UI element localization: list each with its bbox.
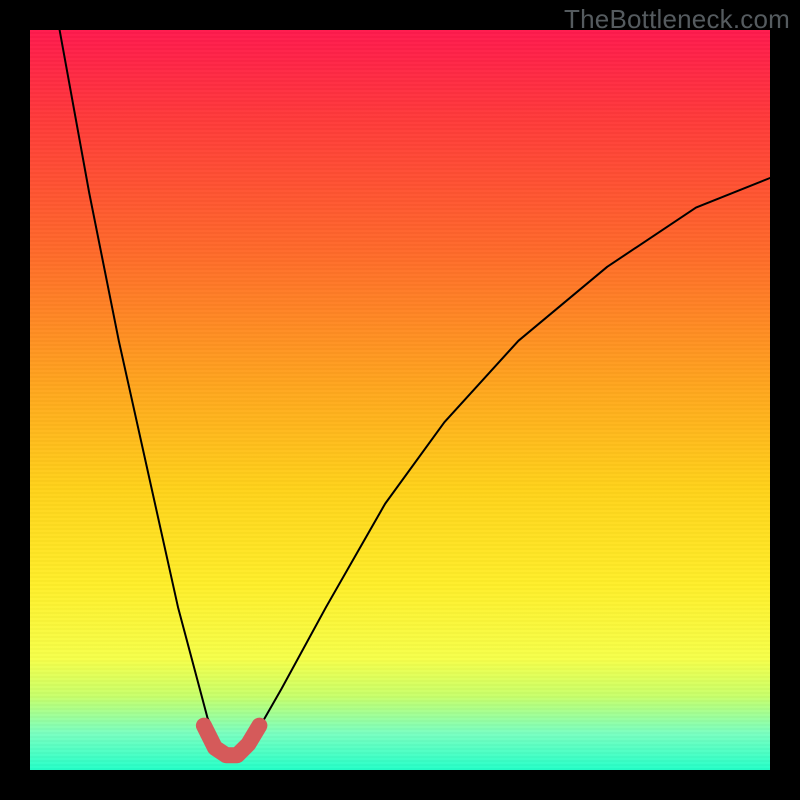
series-highlight-segment bbox=[204, 726, 260, 756]
chart-frame: TheBottleneck.com bbox=[0, 0, 800, 800]
watermark-text: TheBottleneck.com bbox=[564, 4, 790, 35]
chart-svg bbox=[30, 30, 770, 770]
series-main-curve bbox=[60, 30, 770, 755]
